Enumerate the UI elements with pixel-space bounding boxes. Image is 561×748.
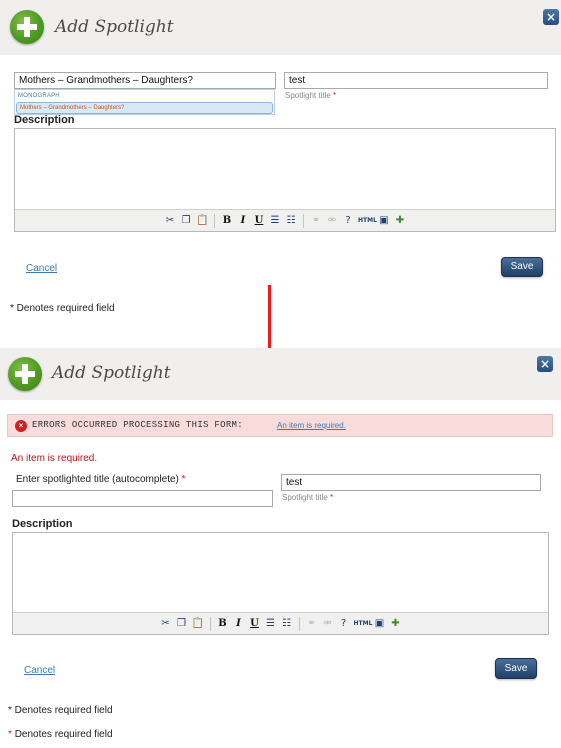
required-mark: * <box>333 91 337 100</box>
cancel-link[interactable]: Cancel <box>24 665 55 676</box>
dialog-title: Add Spotlight <box>55 17 174 37</box>
cut-icon[interactable]: ✂ <box>160 618 172 630</box>
add-plus-icon <box>8 357 42 391</box>
italic-button[interactable]: I <box>233 618 245 630</box>
cut-icon[interactable]: ✂ <box>164 215 176 227</box>
copy-icon[interactable]: ❐ <box>180 215 192 227</box>
toolbar-divider <box>298 616 300 631</box>
image-icon[interactable]: ▣ <box>374 618 386 630</box>
html-source-icon[interactable]: HTML <box>354 618 373 630</box>
required-note-text: Denotes required field <box>14 729 113 740</box>
bullet-list-icon[interactable]: ☰ <box>265 618 277 630</box>
link-icon[interactable]: ⚭ <box>306 618 318 630</box>
dialog-title: Add Spotlight <box>52 363 171 383</box>
underline-button[interactable]: U <box>249 618 261 630</box>
spotlight-title-hint: Spotlight title * <box>282 493 333 502</box>
bold-button[interactable]: B <box>221 215 233 227</box>
dropdown-option[interactable]: Mothers – Grandmothers – Daughters? <box>16 102 273 114</box>
toolbar-divider <box>209 616 211 631</box>
error-title: ERRORS OCCURRED PROCESSING THIS FORM: <box>32 420 243 430</box>
autocomplete-label: Enter spotlighted title (autocomplete) * <box>16 474 186 485</box>
required-note: * Denotes required field <box>10 303 115 314</box>
error-message: An item is required. <box>11 453 98 464</box>
error-icon: × <box>15 420 27 432</box>
red-arrow-shaft <box>268 285 271 350</box>
unlink-icon[interactable]: ⚮ <box>322 618 334 630</box>
dropdown-group-label: MONOGRAPH <box>18 93 60 99</box>
description-editor[interactable]: ✂ ❐ 📋 B I U ☰ ☷ ⚭ ⚮ ? HTML ▣ ✚ <box>14 128 556 232</box>
unlink-icon[interactable]: ⚮ <box>326 215 338 227</box>
italic-button[interactable]: I <box>237 215 249 227</box>
spotlight-title-hint: Spotlight title * <box>285 91 336 100</box>
numbered-list-icon[interactable]: ☷ <box>281 618 293 630</box>
hint-text: Spotlight title <box>285 91 331 100</box>
dialog-header: Add Spotlight × <box>0 348 561 400</box>
editor-toolbar: ✂ ❐ 📋 B I U ☰ ☷ ⚭ ⚮ ? HTML ▣ ✚ <box>15 209 555 231</box>
item-autocomplete-input[interactable]: Mothers – Grandmothers – Daughters? <box>14 72 276 89</box>
item-autocomplete-input[interactable] <box>12 490 273 507</box>
bold-button[interactable]: B <box>217 618 229 630</box>
insert-icon[interactable]: ✚ <box>394 215 406 227</box>
copy-icon[interactable]: ❐ <box>176 618 188 630</box>
save-button[interactable]: Save <box>495 658 537 679</box>
close-icon[interactable]: × <box>537 356 553 372</box>
description-editor[interactable]: ✂ ❐ 📋 B I U ☰ ☷ ⚭ ⚮ ? HTML ▣ ✚ <box>12 532 549 635</box>
autocomplete-dropdown: MONOGRAPH Mothers – Grandmothers – Daugh… <box>14 89 275 115</box>
description-label: Description <box>12 518 73 530</box>
insert-icon[interactable]: ✚ <box>390 618 402 630</box>
required-note: * Denotes required field <box>8 705 113 716</box>
required-note: * Denotes required field <box>8 729 113 740</box>
bullet-list-icon[interactable]: ☰ <box>269 215 281 227</box>
error-link[interactable]: An item is required. <box>277 421 346 430</box>
add-plus-icon <box>10 10 44 44</box>
cancel-link[interactable]: Cancel <box>26 263 57 274</box>
autocomplete-label-text: Enter spotlighted title (autocomplete) <box>16 474 179 485</box>
numbered-list-icon[interactable]: ☷ <box>285 215 297 227</box>
toolbar-divider <box>303 213 304 228</box>
html-source-icon[interactable]: HTML <box>358 215 377 227</box>
image-icon[interactable]: ▣ <box>378 215 390 227</box>
underline-button[interactable]: U <box>253 215 265 227</box>
required-mark: * <box>330 493 334 502</box>
paste-icon[interactable]: 📋 <box>196 215 208 227</box>
paste-icon[interactable]: 📋 <box>192 618 204 630</box>
spotlight-title-input[interactable]: test <box>281 474 541 491</box>
close-icon[interactable]: × <box>543 9 559 25</box>
spotlight-title-input[interactable]: test <box>284 72 548 89</box>
required-mark: * <box>8 729 12 740</box>
error-banner: × ERRORS OCCURRED PROCESSING THIS FORM: … <box>7 414 553 437</box>
save-button[interactable]: Save <box>501 257 543 277</box>
hint-text: Spotlight title <box>282 493 328 502</box>
editor-toolbar: ✂ ❐ 📋 B I U ☰ ☷ ⚭ ⚮ ? HTML ▣ ✚ <box>13 612 548 634</box>
dialog-header: Add Spotlight × <box>0 0 561 55</box>
link-icon[interactable]: ⚭ <box>310 215 322 227</box>
help-icon[interactable]: ? <box>338 618 350 630</box>
description-label: Description <box>14 114 75 126</box>
required-mark: * <box>181 474 186 485</box>
help-icon[interactable]: ? <box>342 215 354 227</box>
toolbar-divider <box>214 213 215 228</box>
